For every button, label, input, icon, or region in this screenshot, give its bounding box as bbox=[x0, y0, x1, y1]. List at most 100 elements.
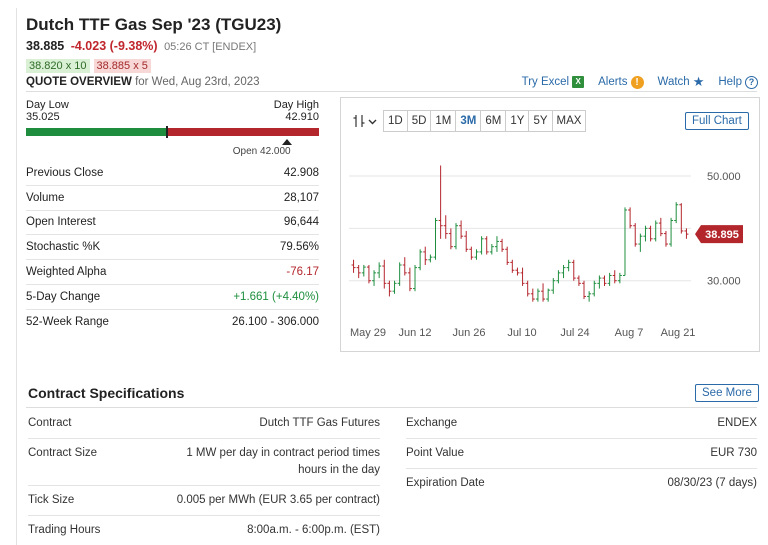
ask-badge: 38.885 x 5 bbox=[93, 59, 151, 73]
ohlc-bar bbox=[628, 207, 633, 229]
price-change: -4.023 (-9.38%) bbox=[70, 39, 158, 53]
open-price-label: Open 42.000 bbox=[232, 146, 291, 157]
chart-type-selector[interactable] bbox=[352, 114, 377, 128]
spec-value: 08/30/23 (7 days) bbox=[667, 477, 757, 489]
ohlc-bar bbox=[402, 257, 407, 276]
ohlc-bar bbox=[423, 246, 428, 265]
ohlc-bar bbox=[438, 165, 443, 239]
day-low-value: 35.025 bbox=[26, 111, 60, 123]
ohlc-bar bbox=[510, 259, 515, 273]
ohlc-bar bbox=[413, 265, 418, 292]
spec-label: Contract Size bbox=[28, 447, 98, 459]
period-button-1m[interactable]: 1M bbox=[431, 111, 457, 131]
ohlc-bar bbox=[679, 203, 684, 234]
spec-value: 0.005 per MWh (EUR 3.65 per contract) bbox=[176, 494, 380, 506]
spec-row: Expiration Date 08/30/23 (7 days) bbox=[406, 469, 757, 498]
ohlc-bar bbox=[484, 236, 489, 255]
ohlc-bar bbox=[515, 267, 520, 276]
spec-label: Exchange bbox=[406, 417, 458, 429]
spec-row: Exchange ENDEX bbox=[406, 409, 757, 439]
ohlc-bar bbox=[377, 262, 382, 279]
chevron-down-icon bbox=[368, 119, 377, 124]
stat-row: Previous Close 42.908 bbox=[26, 161, 319, 186]
ohlc-bar bbox=[582, 280, 587, 300]
x-tick-label: Jul 10 bbox=[507, 327, 536, 339]
watch-label: Watch bbox=[657, 76, 690, 88]
specs-left-table: Contract Dutch TTF Gas Futures Contract Si… bbox=[28, 409, 380, 545]
stat-label: Volume bbox=[26, 191, 65, 204]
x-tick-label: Jun 26 bbox=[452, 327, 485, 339]
period-button-5y[interactable]: 5Y bbox=[529, 111, 553, 131]
ohlc-bar bbox=[658, 217, 663, 237]
day-range-bar bbox=[26, 126, 319, 138]
ohlc-bar bbox=[566, 259, 571, 272]
day-high-value: 42.910 bbox=[285, 111, 319, 123]
ohlc-bar bbox=[674, 202, 679, 224]
stat-value: +1.661 (+4.40%) bbox=[233, 290, 319, 303]
watch-link[interactable]: Watch ★ bbox=[658, 74, 705, 90]
stat-label: Open Interest bbox=[26, 216, 96, 229]
stat-row: Open Interest 96,644 bbox=[26, 211, 319, 236]
try-excel-label: Try Excel bbox=[521, 76, 570, 88]
see-more-button[interactable]: See More bbox=[695, 384, 759, 402]
y-tick-label: 30.000 bbox=[707, 276, 741, 288]
period-button-3m[interactable]: 3M bbox=[456, 111, 482, 131]
day-high: Day High 42.910 bbox=[274, 99, 319, 123]
help-label: Help bbox=[718, 76, 742, 88]
ohlc-bar bbox=[474, 249, 479, 260]
ohlc-bar bbox=[520, 267, 525, 286]
ohlc-bar bbox=[351, 259, 356, 273]
ohlc-bar bbox=[382, 259, 387, 289]
full-chart-button[interactable]: Full Chart bbox=[685, 112, 749, 130]
stat-label: Weighted Alpha bbox=[26, 266, 107, 279]
try-excel-link[interactable]: Try Excel X bbox=[522, 76, 585, 88]
alert-icon: ! bbox=[630, 75, 644, 89]
header-divider bbox=[26, 91, 757, 92]
x-tick-label: Jul 24 bbox=[560, 327, 589, 339]
ohlc-bar bbox=[505, 246, 510, 265]
bid-badge: 38.820 x 10 bbox=[26, 59, 90, 73]
spec-value: Dutch TTF Gas Futures bbox=[259, 417, 380, 429]
price-chart[interactable]: 50.000 30.000 May 29 Jun 12 Jun 26 Jul 10 Jul … bbox=[341, 150, 759, 350]
ohlc-bar bbox=[356, 265, 361, 279]
period-button-6m[interactable]: 6M bbox=[481, 111, 507, 131]
stat-label: 5-Day Change bbox=[26, 290, 101, 303]
ohlc-bar bbox=[612, 270, 617, 284]
period-button-max[interactable]: MAX bbox=[553, 111, 586, 131]
spec-label: Expiration Date bbox=[406, 477, 485, 489]
ohlc-bar bbox=[443, 215, 448, 239]
stat-value: 26.100 - 306.000 bbox=[232, 316, 319, 329]
stat-value: 28,107 bbox=[283, 191, 319, 204]
ohlc-bar bbox=[428, 254, 433, 263]
last-price: 38.885 bbox=[26, 39, 65, 53]
quote-overview-heading: QUOTE OVERVIEW for Wed, Aug 23rd, 2023 bbox=[26, 76, 260, 88]
period-button-1d[interactable]: 1D bbox=[384, 111, 408, 131]
ohlc-bar bbox=[684, 228, 689, 239]
quote-stats-table: Previous Close 42.908 Volume 28,107 Open Int… bbox=[26, 161, 319, 335]
stat-row: 5-Day Change +1.661 (+4.40%) bbox=[26, 285, 319, 310]
specs-divider bbox=[26, 407, 757, 408]
spec-row: Point Value EUR 730 bbox=[406, 439, 757, 469]
stat-value: 79.56% bbox=[279, 241, 319, 254]
spec-value: 8:00a.m. - 6:00p.m. (EST) bbox=[247, 524, 380, 536]
spec-value: EUR 730 bbox=[710, 447, 757, 459]
help-link[interactable]: Help ? bbox=[718, 75, 758, 89]
bid-ask: 38.820 x 10 38.885 x 5 bbox=[26, 59, 151, 73]
alerts-link[interactable]: Alerts ! bbox=[598, 75, 644, 89]
ohlc-bar bbox=[607, 272, 612, 286]
period-button-1y[interactable]: 1Y bbox=[506, 111, 530, 131]
quote-time: 05:26 CT [ENDEX] bbox=[164, 41, 257, 53]
ohlc-bar bbox=[622, 207, 627, 276]
stat-label: 52-Week Range bbox=[26, 316, 109, 329]
ohlc-bar bbox=[500, 238, 505, 252]
spec-label: Point Value bbox=[406, 447, 464, 459]
ohlc-bar bbox=[592, 280, 597, 297]
star-icon: ★ bbox=[692, 74, 705, 89]
spec-label: Trading Hours bbox=[28, 524, 101, 536]
ohlc-bar bbox=[387, 280, 392, 297]
spec-value: 1 MW per day in contract period times ho… bbox=[186, 447, 380, 476]
day-low: Day Low 35.025 bbox=[26, 99, 69, 123]
ohlc-bar bbox=[448, 228, 453, 250]
period-button-5d[interactable]: 5D bbox=[408, 111, 432, 131]
stat-label: Stochastic %K bbox=[26, 241, 101, 254]
